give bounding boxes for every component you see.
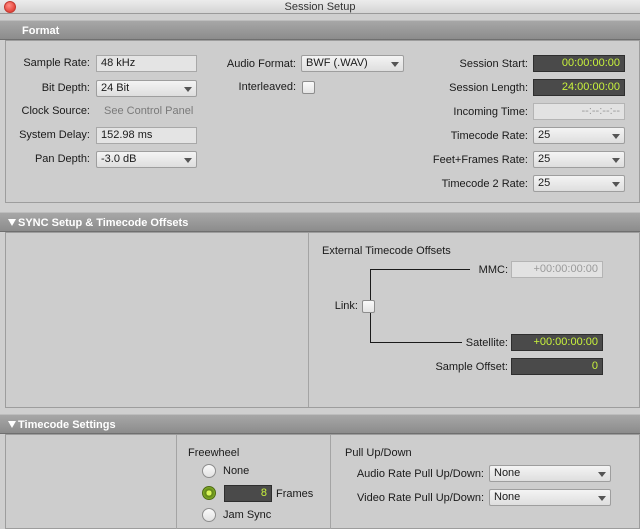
sync-section-body xyxy=(5,232,640,408)
interleaved-checkbox[interactable] xyxy=(302,81,315,94)
system-delay-field: 152.98 ms xyxy=(96,127,197,144)
disclosure-triangle-icon xyxy=(8,421,16,428)
pan-depth-label: Pan Depth: xyxy=(34,153,90,165)
link-bracket-lower xyxy=(370,313,371,342)
session-start-label: Session Start: xyxy=(459,58,528,70)
interleaved-label: Interleaved: xyxy=(238,81,296,93)
freewheel-frames-field[interactable]: 8 xyxy=(224,485,272,502)
chevron-down-icon xyxy=(598,472,606,477)
freewheel-none-label: None xyxy=(223,465,250,477)
freewheel-frames-label: Frames xyxy=(276,488,314,500)
video-pullup-select[interactable]: None xyxy=(489,489,611,506)
chevron-down-icon xyxy=(184,158,192,163)
timecode2-rate-value: 25 xyxy=(538,177,551,189)
close-window-button[interactable] xyxy=(4,1,16,13)
incoming-time-field: --:--:--:-- xyxy=(533,103,625,120)
pan-depth-select[interactable]: -3.0 dB xyxy=(96,151,197,168)
chevron-down-icon xyxy=(612,182,620,187)
link-bracket-upper xyxy=(370,269,371,300)
chevron-down-icon xyxy=(612,158,620,163)
sync-divider xyxy=(308,233,309,407)
satellite-offset-field[interactable]: +00:00:00:00 xyxy=(511,334,603,351)
timecode-rate-select[interactable]: 25 xyxy=(533,127,625,144)
disclosure-triangle-icon xyxy=(8,219,16,226)
timecode-header-label: Timecode Settings xyxy=(18,419,116,431)
window-title: Session Setup xyxy=(284,1,356,13)
timecode2-rate-label: Timecode 2 Rate: xyxy=(441,178,528,190)
timecode-rate-label: Timecode Rate: xyxy=(450,130,528,142)
timecode-section-header[interactable]: Timecode Settings xyxy=(0,414,640,434)
freewheel-title: Freewheel xyxy=(188,447,240,459)
audio-pullup-label: Audio Rate Pull Up/Down: xyxy=(356,468,484,480)
session-length-field[interactable]: 24:00:00:00 xyxy=(533,79,625,96)
link-bracket-top xyxy=(370,269,470,270)
timecode-divider-right xyxy=(330,435,331,529)
audio-format-value: BWF (.WAV) xyxy=(306,57,368,69)
chevron-down-icon xyxy=(598,496,606,501)
chevron-down-icon xyxy=(184,87,192,92)
system-delay-label: System Delay: xyxy=(19,129,90,141)
sample-rate-field: 48 kHz xyxy=(96,55,197,72)
sample-rate-label: Sample Rate: xyxy=(23,57,90,69)
sync-section-header[interactable]: SYNC Setup & Timecode Offsets xyxy=(0,212,640,232)
feet-frames-rate-label: Feet+Frames Rate: xyxy=(432,154,528,166)
timecode-rate-value: 25 xyxy=(538,129,551,141)
satellite-label: Satellite: xyxy=(465,337,508,349)
chevron-down-icon xyxy=(391,62,399,67)
jam-sync-radio[interactable] xyxy=(202,508,216,522)
link-checkbox[interactable] xyxy=(362,300,375,313)
session-length-label: Session Length: xyxy=(449,82,528,94)
pan-depth-value: -3.0 dB xyxy=(101,153,137,165)
sample-offset-field[interactable]: 0 xyxy=(511,358,603,375)
clock-source-value: See Control Panel xyxy=(104,105,194,117)
bit-depth-label: Bit Depth: xyxy=(41,82,90,94)
clock-source-label: Clock Source: xyxy=(21,105,90,117)
chevron-down-icon xyxy=(612,134,620,139)
sample-offset-label: Sample Offset: xyxy=(435,361,508,373)
bit-depth-value: 24 Bit xyxy=(101,82,130,94)
audio-pullup-select[interactable]: None xyxy=(489,465,611,482)
mmc-offset-field: +00:00:00:00 xyxy=(511,261,603,278)
mmc-label: MMC: xyxy=(478,264,508,276)
session-start-field[interactable]: 00:00:00:00 xyxy=(533,55,625,72)
external-offsets-title: External Timecode Offsets xyxy=(322,245,451,257)
feet-frames-rate-select[interactable]: 25 xyxy=(533,151,625,168)
timecode-divider-left xyxy=(176,435,177,529)
video-pullup-value: None xyxy=(494,491,521,503)
sync-header-label: SYNC Setup & Timecode Offsets xyxy=(18,217,189,229)
video-pullup-label: Video Rate Pull Up/Down: xyxy=(357,492,484,504)
freewheel-none-radio[interactable] xyxy=(202,464,216,478)
link-label: Link: xyxy=(334,300,358,312)
audio-format-select[interactable]: BWF (.WAV) xyxy=(301,55,404,72)
timecode2-rate-select[interactable]: 25 xyxy=(533,175,625,192)
audio-format-label: Audio Format: xyxy=(226,58,296,70)
title-bar: Session Setup xyxy=(0,0,640,14)
audio-pullup-value: None xyxy=(494,467,521,479)
format-header-label: Format xyxy=(22,25,60,37)
pullup-title: Pull Up/Down xyxy=(345,447,412,459)
jam-sync-label: Jam Sync xyxy=(223,509,272,521)
bit-depth-select[interactable]: 24 Bit xyxy=(96,80,197,97)
freewheel-frames-radio[interactable] xyxy=(202,486,216,500)
incoming-time-label: Incoming Time: xyxy=(453,106,528,118)
format-section-header[interactable]: Format xyxy=(0,20,640,40)
feet-frames-rate-value: 25 xyxy=(538,153,551,165)
